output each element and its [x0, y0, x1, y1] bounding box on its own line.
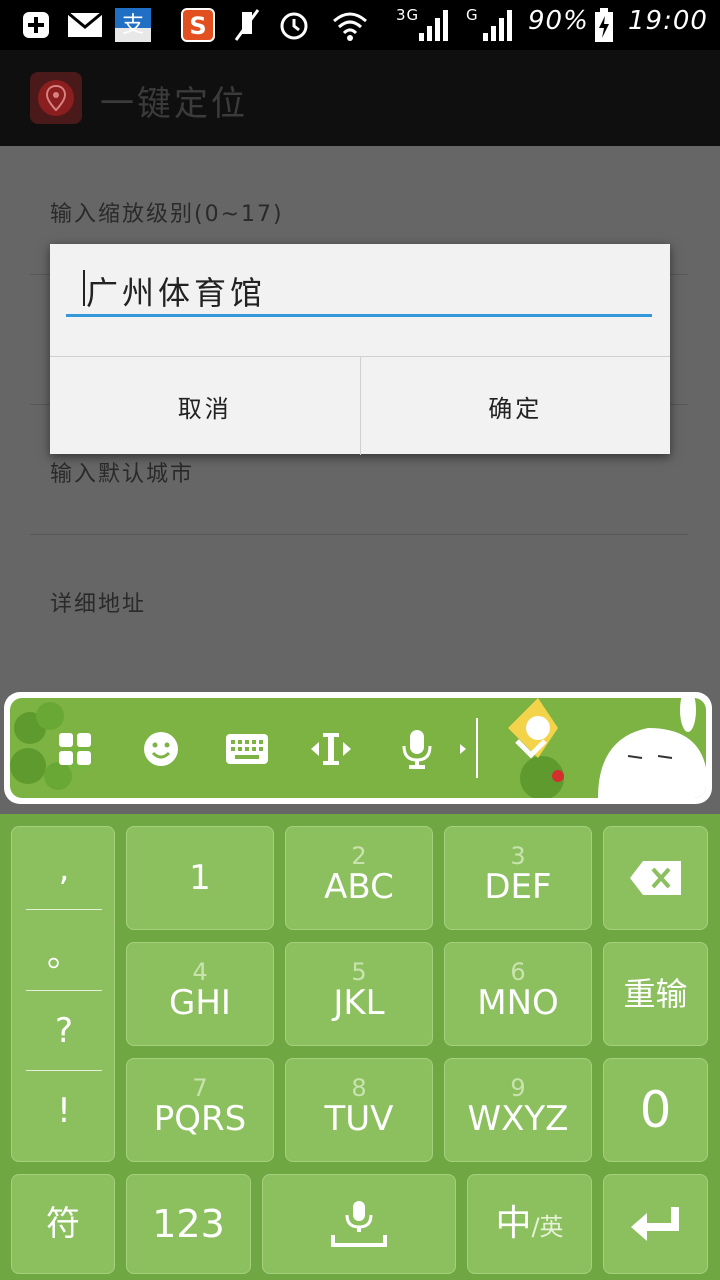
key-number: 4 — [192, 958, 208, 986]
key-number: 6 — [510, 958, 526, 986]
city-input-value: 广州体育馆 — [86, 274, 267, 312]
battery-icon — [592, 8, 616, 42]
key-6-mno[interactable]: 6 MNO — [444, 942, 592, 1046]
alarm-icon — [276, 8, 312, 42]
mute-icon — [230, 8, 264, 42]
divider — [30, 534, 688, 535]
wifi-icon — [330, 8, 370, 42]
reinput-key[interactable]: 重输 — [603, 942, 708, 1046]
ime-keyboard: , 。 ? ! 1 2 ABC 3 DEF 4 GHI 5 JKL 6 MNO … — [0, 814, 720, 1280]
grid-icon[interactable] — [52, 726, 98, 772]
mic-icon[interactable] — [394, 726, 440, 772]
key-number: 2 — [351, 842, 367, 870]
svg-text:S: S — [189, 12, 206, 40]
key-number: 7 — [192, 1074, 208, 1102]
cursor-move-icon[interactable] — [308, 726, 354, 772]
sogou-icon: S — [180, 8, 216, 42]
keyboard-icon[interactable] — [224, 726, 270, 772]
space-key[interactable] — [262, 1174, 456, 1274]
key-label: 1 — [189, 858, 211, 898]
key-label: TUV — [324, 1099, 394, 1139]
key-label: DEF — [484, 867, 552, 907]
ime-toolbar-frame — [4, 692, 712, 804]
punct-exclaim-key[interactable]: ! — [26, 1071, 102, 1151]
key-2-abc[interactable]: 2 ABC — [285, 826, 433, 930]
num-mode-key[interactable]: 123 — [126, 1174, 251, 1274]
zoom-level-preference[interactable]: 输入缩放级别(0~17) — [50, 196, 284, 228]
key-9-wxyz[interactable]: 9 WXYZ — [444, 1058, 592, 1162]
battery-percent: 90% — [528, 6, 589, 36]
key-label: ABC — [324, 867, 394, 907]
key-3-def[interactable]: 3 DEF — [444, 826, 592, 930]
ok-button[interactable]: 确定 — [359, 357, 671, 455]
punct-period-key[interactable]: 。 — [26, 911, 102, 991]
mail-icon — [66, 8, 104, 42]
key-5-jkl[interactable]: 5 JKL — [285, 942, 433, 1046]
key-label: 0 — [639, 1081, 672, 1139]
key-8-tuv[interactable]: 8 TUV — [285, 1058, 433, 1162]
key-sublabel: /英 — [531, 1212, 564, 1241]
key-1[interactable]: 1 — [126, 826, 274, 930]
key-label: 符 — [46, 1204, 80, 1244]
signal-icon — [416, 8, 452, 42]
key-label: 中 — [495, 1203, 532, 1244]
key-label: GHI — [169, 983, 231, 1023]
symbol-key[interactable]: 符 — [11, 1174, 115, 1274]
status-bar: 支 S 3G G 90% 19:00 — [0, 0, 720, 50]
enter-key[interactable] — [603, 1174, 708, 1274]
key-label: WXYZ — [467, 1099, 569, 1139]
punctuation-column: , 。 ? ! — [11, 826, 115, 1162]
emoji-icon[interactable] — [138, 726, 184, 772]
backspace-icon — [629, 861, 681, 895]
divider — [26, 909, 102, 910]
collapse-icon[interactable] — [508, 726, 554, 772]
lang-switch-key[interactable]: 中 /英 — [467, 1174, 592, 1274]
key-label: 123 — [152, 1202, 225, 1246]
key-number: 3 — [510, 842, 526, 870]
key-7-pqrs[interactable]: 7 PQRS — [126, 1058, 274, 1162]
svg-text:支: 支 — [122, 13, 144, 38]
clock: 19:00 — [628, 6, 708, 36]
toolbar-separator — [476, 718, 478, 778]
add-icon — [18, 8, 54, 42]
punct-comma-key[interactable]: , — [26, 829, 102, 909]
action-bar: 一键定位 — [0, 50, 720, 146]
backspace-key[interactable] — [603, 826, 708, 930]
city-input-field[interactable]: 广州体育馆 — [66, 264, 652, 317]
key-0[interactable]: 0 — [603, 1058, 708, 1162]
ime-toolbar-bar — [10, 698, 706, 798]
location-pin-icon[interactable] — [30, 72, 82, 124]
cancel-button[interactable]: 取消 — [50, 357, 360, 455]
key-label: JKL — [333, 983, 385, 1023]
key-label: 重输 — [623, 975, 688, 1013]
address-preference[interactable]: 详细地址 — [50, 586, 146, 618]
key-4-ghi[interactable]: 4 GHI — [126, 942, 274, 1046]
key-number: 8 — [351, 1074, 367, 1102]
key-label: PQRS — [153, 1099, 247, 1139]
more-arrow-icon[interactable] — [456, 726, 470, 772]
key-number: 5 — [351, 958, 367, 986]
dialog-buttons: 取消 确定 — [50, 356, 670, 455]
alipay-icon: 支 — [114, 8, 152, 42]
signal-icon — [480, 8, 516, 42]
voice-space-icon — [331, 1201, 387, 1247]
key-number: 9 — [510, 1074, 526, 1102]
ime-toolbar — [0, 686, 720, 814]
city-input-dialog: 广州体育馆 取消 确定 — [50, 244, 670, 455]
network-g-label: G — [466, 6, 479, 24]
key-label: MNO — [477, 983, 559, 1023]
enter-icon — [630, 1207, 679, 1241]
app-title: 一键定位 — [100, 84, 248, 124]
default-city-preference[interactable]: 输入默认城市 — [50, 456, 194, 488]
punct-question-key[interactable]: ? — [26, 991, 102, 1071]
text-cursor — [83, 270, 85, 306]
